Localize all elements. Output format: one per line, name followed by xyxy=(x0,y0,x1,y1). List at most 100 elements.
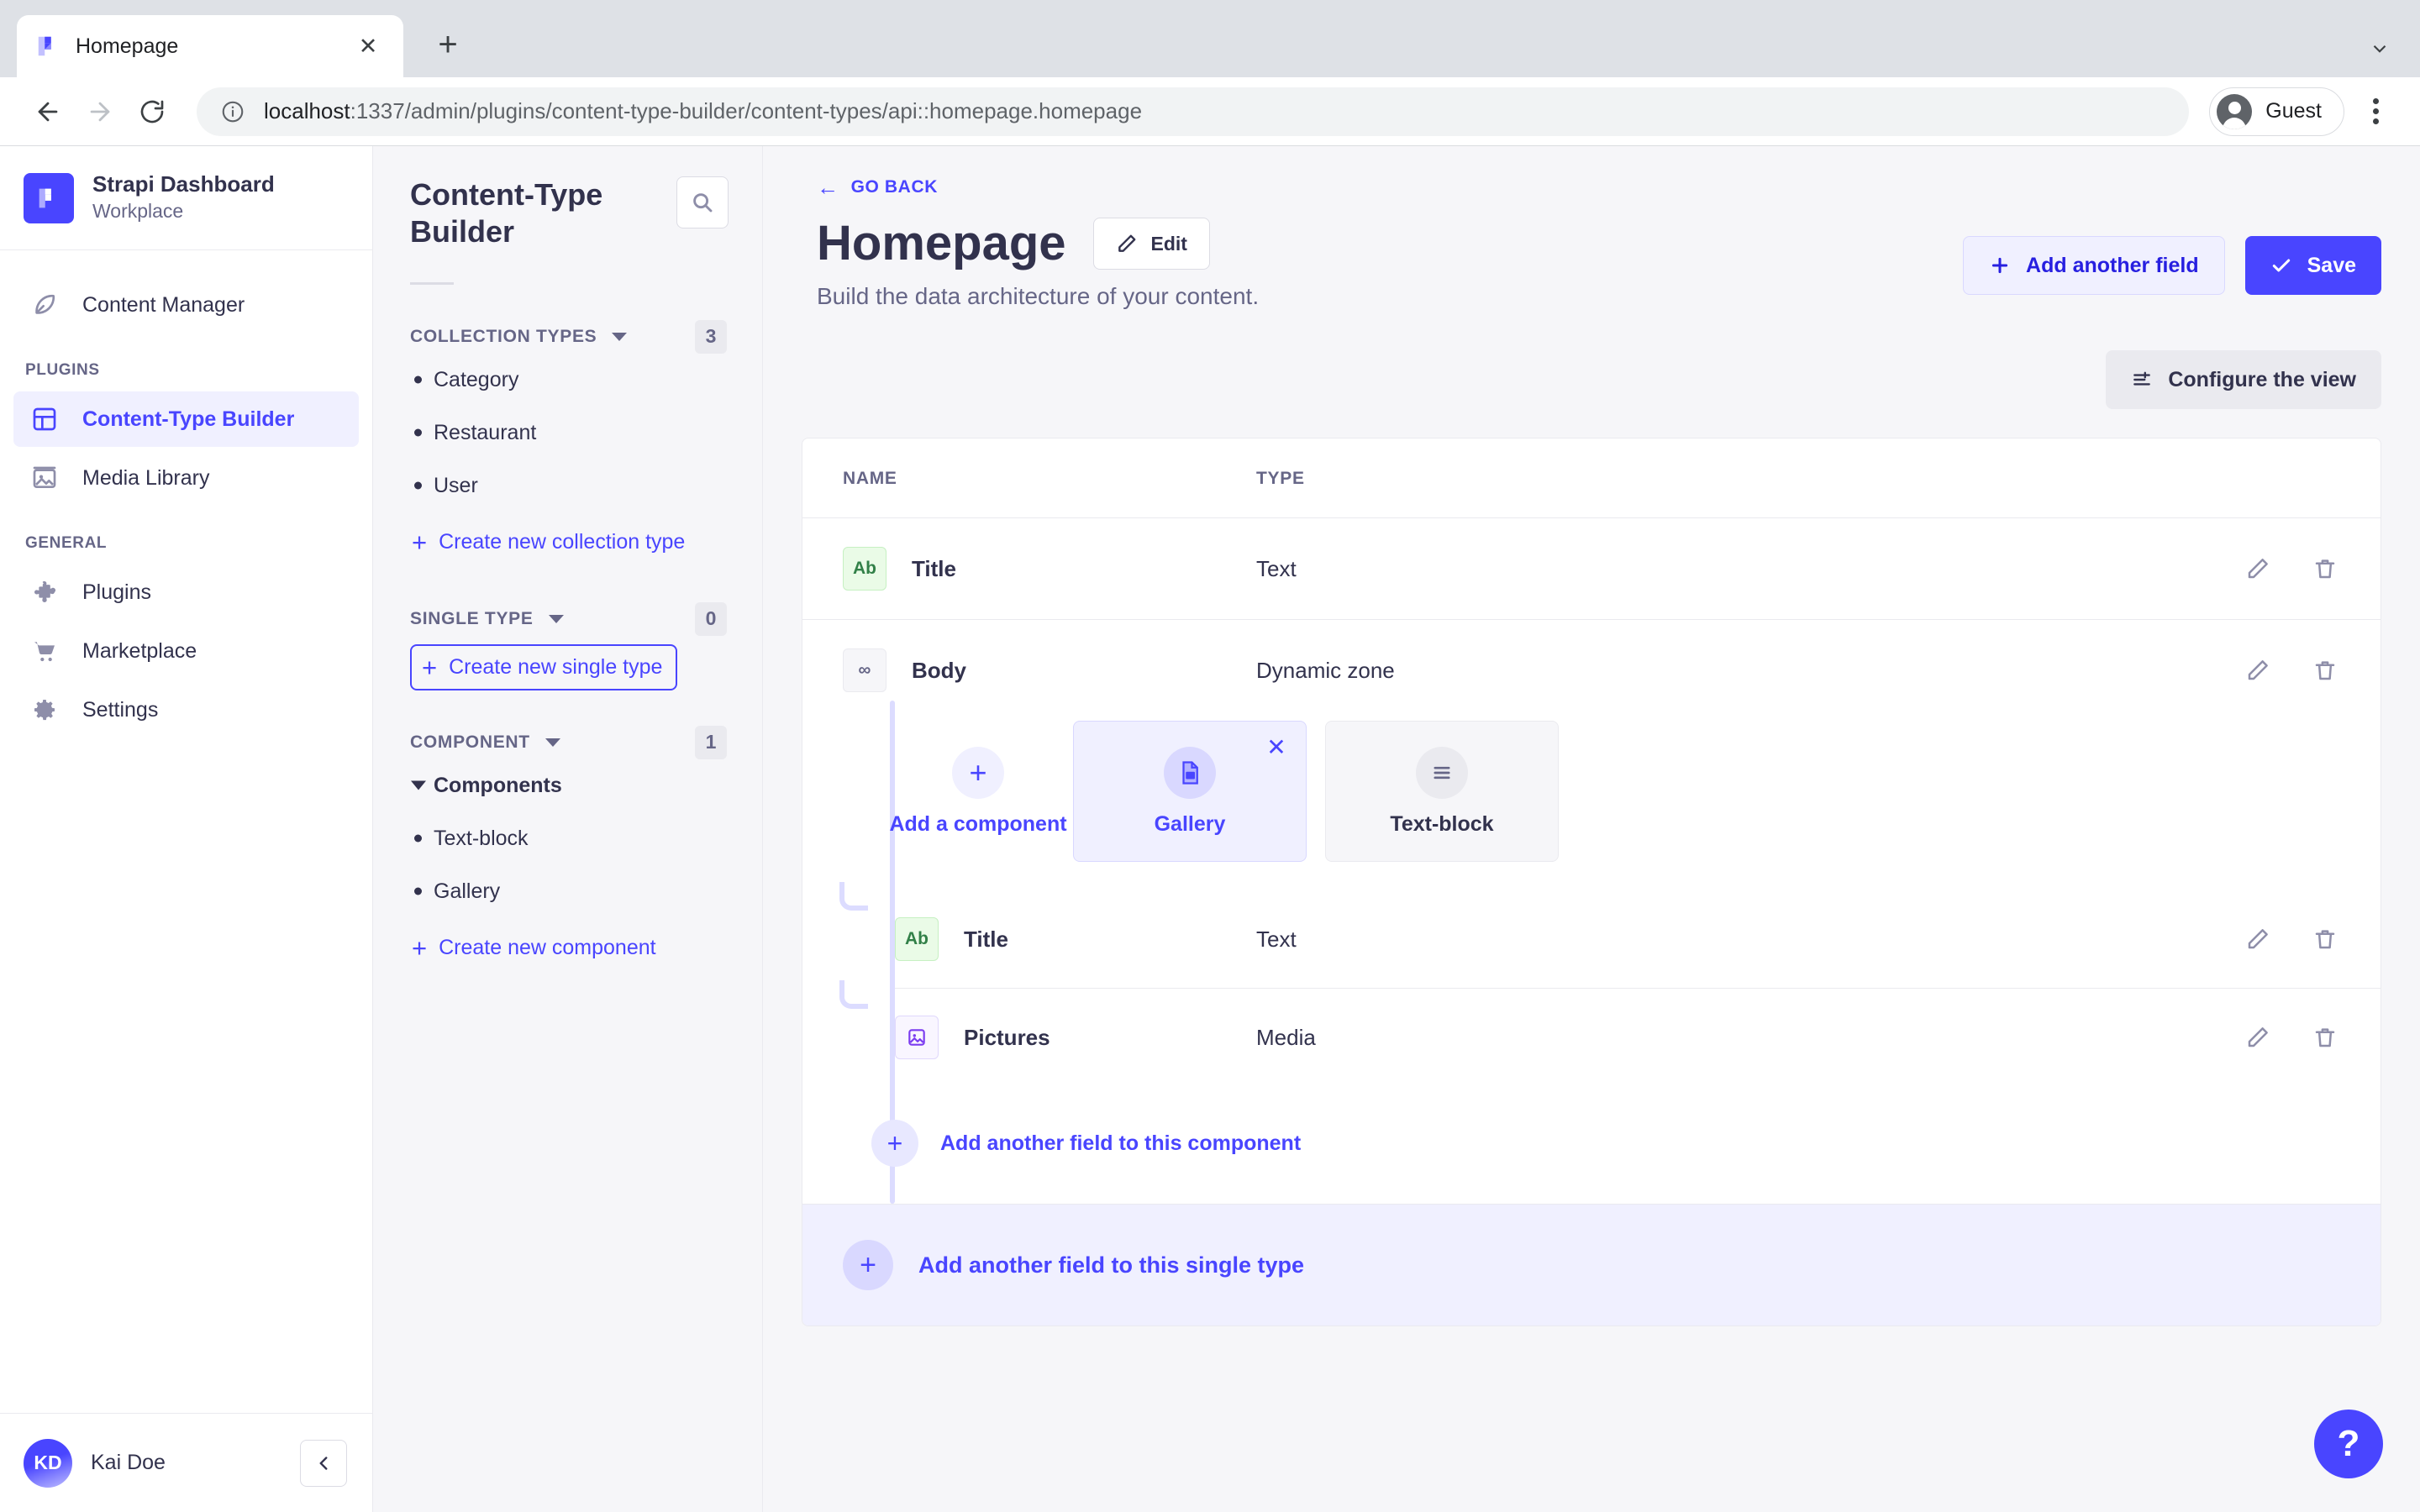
arrow-left-icon: ← xyxy=(817,175,839,200)
browser-tab[interactable]: Homepage ✕ xyxy=(17,15,403,77)
chevron-down-icon[interactable] xyxy=(548,614,564,623)
save-button[interactable]: Save xyxy=(2244,236,2381,295)
ctb-group-single-type: SINGLE TYPE 0 + Create new single type xyxy=(410,601,729,690)
sidebar-item-media-library[interactable]: Media Library xyxy=(13,450,359,506)
dynamic-zone-row: + Add a component ✕ Gallery Text-block A… xyxy=(802,701,2381,1204)
field-type: Dynamic zone xyxy=(1256,657,1395,683)
field-name: Pictures xyxy=(964,1024,1050,1050)
edit-button[interactable]: Edit xyxy=(1092,218,1210,270)
fields-card: NAME TYPE Ab Title Text ∞ Body Dynamic z… xyxy=(802,438,2381,1326)
chevron-left-icon[interactable] xyxy=(300,1439,347,1487)
list-item[interactable]: Text-block xyxy=(410,812,729,865)
ctb-group-label: COLLECTION TYPES xyxy=(410,326,597,346)
link-label: Create new collection type xyxy=(439,529,686,554)
table-row[interactable]: ∞ Body Dynamic zone xyxy=(802,620,2381,701)
field-type: Media xyxy=(1256,1024,1316,1050)
list-item[interactable]: User xyxy=(410,459,729,512)
field-type: Text xyxy=(1256,926,1297,952)
ctb-group-count: 0 xyxy=(695,601,727,636)
table-row[interactable]: Pictures Media xyxy=(839,980,2381,1087)
sidebar-item-marketplace[interactable]: Marketplace xyxy=(13,623,359,679)
configure-the-view-button[interactable]: Configure the view xyxy=(2106,350,2381,409)
chevron-down-icon[interactable] xyxy=(612,332,628,341)
sidebar-section-general-label: GENERAL xyxy=(25,534,108,552)
browser-menu-icon[interactable] xyxy=(2353,89,2398,134)
ctb-item-label: Gallery xyxy=(434,879,501,903)
url-path: :1337/admin/plugins/content-type-builder… xyxy=(350,98,1143,123)
add-another-field-to-component-button[interactable]: + Add another field to this component xyxy=(871,1086,2381,1204)
text-field-icon: Ab xyxy=(843,547,886,591)
strapi-favicon-icon xyxy=(35,34,60,59)
tree-branch xyxy=(839,980,868,1009)
list-item[interactable]: Gallery xyxy=(410,865,729,918)
sliders-icon xyxy=(2131,369,2153,391)
help-button[interactable]: ? xyxy=(2314,1410,2383,1478)
ctb-item-label: User xyxy=(434,473,478,497)
ctb-item-label: Text-block xyxy=(434,826,529,850)
app-root: Strapi Dashboard Workplace Content Manag… xyxy=(0,146,2420,1512)
create-new-collection-type-link[interactable]: + Create new collection type xyxy=(410,517,729,567)
create-new-single-type-link[interactable]: + Create new single type xyxy=(410,643,678,690)
field-type: Text xyxy=(1256,555,1297,581)
edit-field-icon[interactable] xyxy=(2243,924,2273,954)
close-icon[interactable]: ✕ xyxy=(1262,733,1291,762)
sidebar-item-label: Content Manager xyxy=(82,292,245,317)
new-tab-icon[interactable]: + xyxy=(422,18,474,71)
edit-field-icon[interactable] xyxy=(2243,655,2273,685)
chevron-down-icon[interactable] xyxy=(544,738,560,747)
go-back-link[interactable]: ← GO BACK xyxy=(817,176,938,198)
link-label: Create new component xyxy=(439,935,656,959)
sidebar-item-content-type-builder[interactable]: Content-Type Builder xyxy=(13,391,359,447)
reload-icon[interactable] xyxy=(126,86,178,138)
ctb-group-header[interactable]: SINGLE TYPE 0 xyxy=(410,601,729,636)
sidebar-item-content-manager[interactable]: Content Manager xyxy=(13,277,359,333)
add-another-field-button[interactable]: Add another field xyxy=(1963,236,2225,295)
create-new-component-link[interactable]: + Create new component xyxy=(410,923,729,973)
list-item[interactable]: Restaurant xyxy=(410,407,729,459)
configure-label: Configure the view xyxy=(2168,367,2356,391)
add-another-field-to-single-type-button[interactable]: + Add another field to this single type xyxy=(802,1204,2381,1326)
ctb-item-label: Restaurant xyxy=(434,420,537,444)
back-icon[interactable] xyxy=(22,86,74,138)
ctb-group-header[interactable]: COLLECTION TYPES 3 xyxy=(410,319,729,354)
profile-name: Guest xyxy=(2265,99,2322,123)
ctb-group-header[interactable]: COMPONENT 1 xyxy=(410,725,729,759)
edit-field-icon[interactable] xyxy=(2243,554,2273,584)
list-item[interactable]: Category xyxy=(410,354,729,407)
site-info-icon[interactable] xyxy=(218,97,247,126)
ctb-group-label: COMPONENT xyxy=(410,732,530,752)
avatar: KD xyxy=(24,1438,72,1488)
delete-field-icon[interactable] xyxy=(2310,554,2340,584)
edit-field-icon[interactable] xyxy=(2243,1022,2273,1053)
sidebar-item-plugins[interactable]: Plugins xyxy=(13,564,359,620)
page-header: Homepage Edit Build the data architectur… xyxy=(817,218,2381,310)
text-field-icon: Ab xyxy=(895,917,939,961)
field-name: Title xyxy=(912,555,956,581)
list-item-group[interactable]: Components xyxy=(410,759,729,812)
component-card-gallery[interactable]: ✕ Gallery xyxy=(1073,721,1307,862)
chevron-down-icon[interactable] xyxy=(2361,30,2398,67)
table-row[interactable]: Ab Title Text xyxy=(839,882,2381,989)
sidebar-item-label: Marketplace xyxy=(82,638,197,663)
delete-field-icon[interactable] xyxy=(2310,924,2340,954)
browser-toolbar: localhost:1337/admin/plugins/content-typ… xyxy=(0,77,2420,146)
add-a-component-button[interactable]: + Add a component xyxy=(889,721,1067,862)
component-card-text-block[interactable]: Text-block xyxy=(1325,721,1559,862)
address-bar[interactable]: localhost:1337/admin/plugins/content-typ… xyxy=(197,87,2190,136)
field-name: Body xyxy=(912,657,966,683)
delete-field-icon[interactable] xyxy=(2310,1022,2340,1053)
sidebar-user-footer[interactable]: KD Kai Doe xyxy=(0,1413,372,1512)
profile-button[interactable]: Guest xyxy=(2209,87,2344,136)
column-header-actions xyxy=(1660,438,2381,518)
sidebar-item-settings[interactable]: Settings xyxy=(13,682,359,738)
header-actions: Add another field Save xyxy=(1963,236,2381,295)
sidebar-brand[interactable]: Strapi Dashboard Workplace xyxy=(0,146,372,250)
page-subtitle: Build the data architecture of your cont… xyxy=(817,283,1260,309)
delete-field-icon[interactable] xyxy=(2310,655,2340,685)
table-row[interactable]: Ab Title Text xyxy=(802,518,2381,620)
close-icon[interactable]: ✕ xyxy=(351,29,385,63)
avatar xyxy=(2217,93,2253,129)
search-icon[interactable] xyxy=(676,176,729,228)
ctb-item-label: Category xyxy=(434,367,519,391)
ctb-header: Content-Type Builder xyxy=(410,176,729,250)
